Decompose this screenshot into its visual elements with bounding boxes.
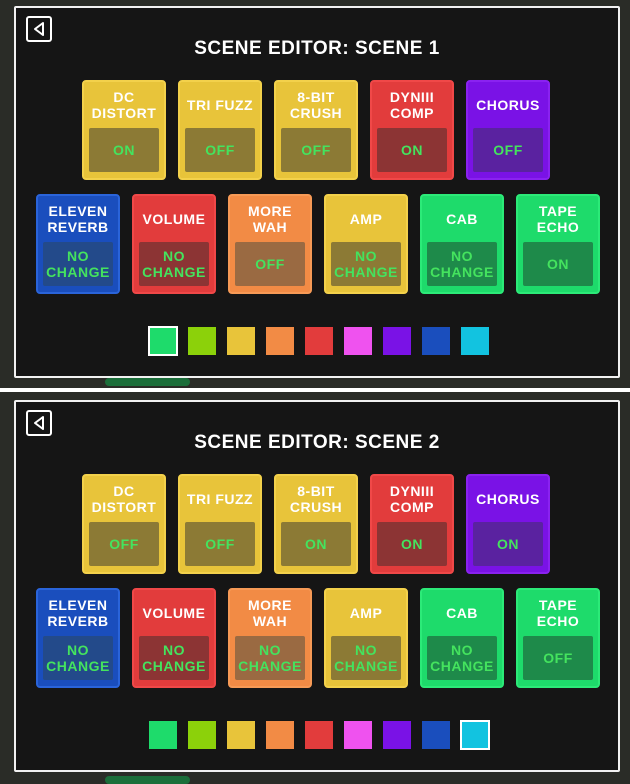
color-swatch[interactable] — [460, 326, 490, 356]
color-swatch[interactable] — [304, 720, 334, 750]
fx-block-state: ON — [89, 128, 159, 172]
fx-block-name: CHORUS — [476, 97, 540, 113]
fx-block-state: OFF — [281, 128, 351, 172]
fx-block-tri-fuzz[interactable]: TRI FUZZ OFF — [178, 80, 262, 180]
fx-block-volume[interactable]: VOLUME NO CHANGE — [132, 194, 216, 294]
fx-block-name: CAB — [446, 605, 478, 621]
fx-block-state: OFF — [89, 522, 159, 566]
fx-block-eleven-reverb[interactable]: ELEVEN REVERB NO CHANGE — [36, 194, 120, 294]
fx-block-more-wah[interactable]: MORE WAH OFF — [228, 194, 312, 294]
fx-block-dyniii-comp[interactable]: DYNIII COMP ON — [370, 474, 454, 574]
fx-block-chorus[interactable]: CHORUS OFF — [466, 80, 550, 180]
fx-block-state: OFF — [473, 128, 543, 172]
fx-block-name: CHORUS — [476, 491, 540, 507]
backdrop-strip — [105, 378, 190, 386]
fx-block-state: OFF — [523, 636, 593, 680]
color-swatch[interactable] — [226, 326, 256, 356]
fx-block-name: 8-BIT CRUSH — [289, 483, 343, 515]
color-swatch[interactable] — [226, 720, 256, 750]
fx-block-amp[interactable]: AMP NO CHANGE — [324, 588, 408, 688]
fx-block-state: ON — [281, 522, 351, 566]
fx-block-name: TRI FUZZ — [186, 97, 254, 113]
color-swatch[interactable] — [265, 720, 295, 750]
fx-block-state: NO CHANGE — [43, 242, 113, 286]
color-swatch[interactable] — [265, 326, 295, 356]
color-swatch[interactable] — [343, 720, 373, 750]
color-swatch[interactable] — [187, 720, 217, 750]
fx-block-name: AMP — [349, 605, 383, 621]
fx-block-name: DC DISTORT — [91, 483, 157, 515]
fx-block-8-bit-crush[interactable]: 8-BIT CRUSH ON — [274, 474, 358, 574]
fx-block-state: NO CHANGE — [427, 242, 497, 286]
fx-block-name: MORE WAH — [248, 597, 292, 629]
fx-block-amp[interactable]: AMP NO CHANGE — [324, 194, 408, 294]
fx-block-dc-distort[interactable]: DC DISTORT OFF — [82, 474, 166, 574]
fx-block-state: ON — [377, 522, 447, 566]
fx-block-name: DYNIII COMP — [389, 89, 435, 121]
fx-block-name: 8-BIT CRUSH — [289, 89, 343, 121]
fx-block-eleven-reverb[interactable]: ELEVEN REVERB NO CHANGE — [36, 588, 120, 688]
fx-block-state: NO CHANGE — [331, 242, 401, 286]
color-swatch[interactable] — [148, 326, 178, 356]
backdrop-strip — [105, 776, 190, 784]
fx-block-name: TAPE ECHO — [536, 597, 580, 629]
fx-block-state: NO CHANGE — [139, 636, 209, 680]
fx-block-name: TRI FUZZ — [186, 491, 254, 507]
fx-block-8-bit-crush[interactable]: 8-BIT CRUSH OFF — [274, 80, 358, 180]
fx-block-state: OFF — [185, 522, 255, 566]
fx-block-name: CAB — [446, 211, 478, 227]
fx-block-tape-echo[interactable]: TAPE ECHO ON — [516, 194, 600, 294]
fx-block-volume[interactable]: VOLUME NO CHANGE — [132, 588, 216, 688]
fx-block-state: ON — [473, 522, 543, 566]
scene-editor-panel-1: SCENE EDITOR: SCENE 1 DC DISTORT ON TRI FU… — [14, 6, 620, 378]
fx-block-name: DYNIII COMP — [389, 483, 435, 515]
fx-block-dyniii-comp[interactable]: DYNIII COMP ON — [370, 80, 454, 180]
fx-block-dc-distort[interactable]: DC DISTORT ON — [82, 80, 166, 180]
fx-block-tri-fuzz[interactable]: TRI FUZZ OFF — [178, 474, 262, 574]
color-swatch[interactable] — [304, 326, 334, 356]
fx-block-name: AMP — [349, 211, 383, 227]
fx-block-state: NO CHANGE — [235, 636, 305, 680]
color-swatch[interactable] — [382, 326, 412, 356]
fx-block-name: VOLUME — [142, 211, 206, 227]
back-arrow-icon — [34, 416, 44, 430]
fx-block-name: ELEVEN REVERB — [47, 597, 109, 629]
fx-block-name: VOLUME — [142, 605, 206, 621]
fx-block-state: OFF — [235, 242, 305, 286]
fx-block-state: NO CHANGE — [427, 636, 497, 680]
fx-block-state: ON — [523, 242, 593, 286]
color-swatch[interactable] — [187, 326, 217, 356]
color-swatch[interactable] — [148, 720, 178, 750]
color-swatch[interactable] — [421, 326, 451, 356]
page-title: SCENE EDITOR: SCENE 2 — [194, 432, 440, 453]
fx-block-state: OFF — [185, 128, 255, 172]
fx-block-name: DC DISTORT — [91, 89, 157, 121]
color-swatch[interactable] — [460, 720, 490, 750]
fx-block-state: NO CHANGE — [139, 242, 209, 286]
scene-editor-panel-2: SCENE EDITOR: SCENE 2 DC DISTORT OFF TRI F… — [14, 400, 620, 772]
color-swatch[interactable] — [343, 326, 373, 356]
fx-block-name: TAPE ECHO — [536, 203, 580, 235]
fx-block-chorus[interactable]: CHORUS ON — [466, 474, 550, 574]
fx-block-cab[interactable]: CAB NO CHANGE — [420, 194, 504, 294]
page-title: SCENE EDITOR: SCENE 1 — [194, 38, 440, 59]
color-swatch[interactable] — [421, 720, 451, 750]
fx-block-state: NO CHANGE — [331, 636, 401, 680]
fx-block-state: NO CHANGE — [43, 636, 113, 680]
color-swatch[interactable] — [382, 720, 412, 750]
fx-block-cab[interactable]: CAB NO CHANGE — [420, 588, 504, 688]
fx-block-tape-echo[interactable]: TAPE ECHO OFF — [516, 588, 600, 688]
fx-block-state: ON — [377, 128, 447, 172]
fx-block-more-wah[interactable]: MORE WAH NO CHANGE — [228, 588, 312, 688]
fx-block-name: MORE WAH — [248, 203, 292, 235]
back-arrow-icon — [34, 22, 44, 36]
fx-block-name: ELEVEN REVERB — [47, 203, 109, 235]
